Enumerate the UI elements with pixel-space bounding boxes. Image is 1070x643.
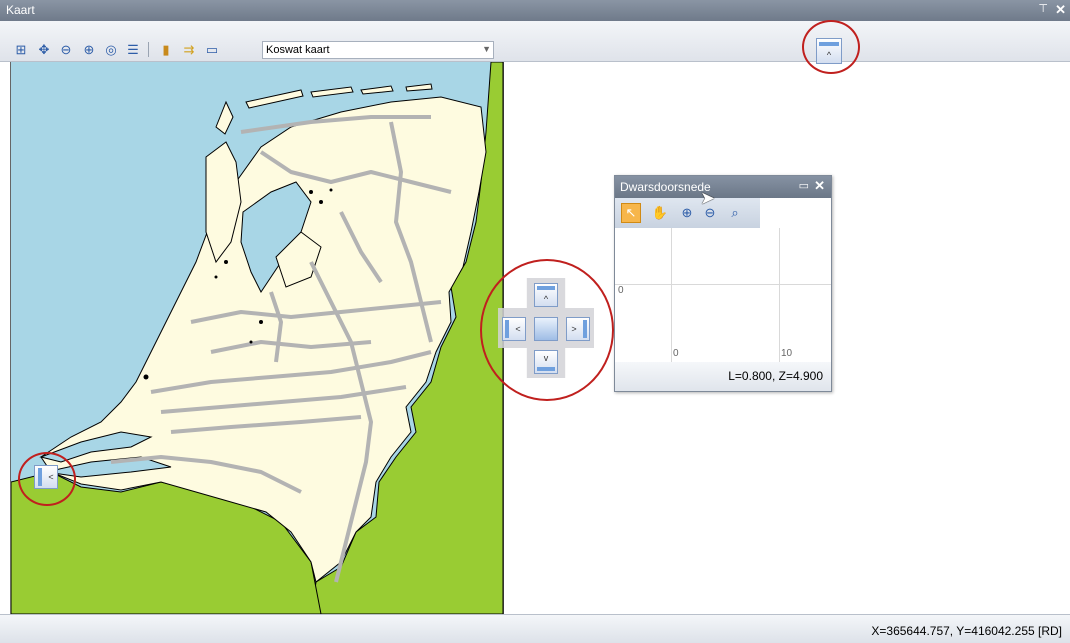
maximize-icon[interactable]: ▭ [799, 179, 809, 192]
position-readout: L=0.800, Z=4.900 [728, 369, 823, 383]
zoom-extent-icon[interactable]: ⌕ [725, 203, 745, 223]
panel-title-bar[interactable]: Dwarsdoorsnede ▭ ✕ [615, 176, 831, 198]
pan-icon[interactable]: ✥ [35, 41, 53, 59]
panel-status: L=0.800, Z=4.900 [615, 362, 831, 391]
x-tick-label: 0 [673, 348, 679, 359]
mouse-cursor-icon: ➤ [700, 188, 716, 208]
map-select[interactable]: Koswat kaart ▼ [262, 41, 494, 59]
chevron-down-icon[interactable]: ▼ [482, 44, 491, 54]
panel-toolbar: ↖ ✋ ⊕ ⊖ ⌕ [615, 198, 760, 228]
highlight-circle [480, 259, 614, 401]
highlight-circle [18, 452, 76, 506]
window-title-bar: Kaart ⊤ ✕ [0, 0, 1070, 21]
coordinate-readout: X=365644.757, Y=416042.255 [RD] [871, 624, 1062, 638]
pan-hand-icon[interactable]: ✋ [650, 203, 670, 223]
zoom-extent-icon[interactable]: ◎ [102, 41, 120, 59]
map-select-value: Koswat kaart [266, 44, 330, 56]
floating-panel[interactable]: Dwarsdoorsnede ▭ ✕ ↖ ✋ ⊕ ⊖ ⌕ 0 0 10 L=0.… [614, 175, 832, 392]
select-pointer-icon[interactable]: ↖ [621, 203, 641, 223]
import-icon[interactable]: ⇉ [180, 41, 198, 59]
map-toolbar: ⊞ ✥ ⊖ ⊕ ◎ ☰ ▮ ⇉ ▭ [0, 21, 1070, 62]
close-icon[interactable]: ✕ [814, 178, 825, 194]
zoom-in-icon[interactable]: ⊕ [80, 41, 98, 59]
export-icon[interactable]: ▮ [157, 41, 175, 59]
add-layer-icon[interactable]: ⊞ [12, 41, 30, 59]
zoom-in-icon[interactable]: ⊕ [677, 203, 697, 223]
window-title: Kaart [6, 3, 35, 17]
toolbar-separator [148, 42, 149, 57]
close-icon[interactable]: ✕ [1055, 2, 1066, 18]
layout-icon[interactable]: ▭ [203, 41, 221, 59]
panel-title: Dwarsdoorsnede [620, 180, 711, 194]
legend-list-icon[interactable]: ☰ [124, 41, 142, 59]
netherlands-map [11, 62, 503, 614]
y-tick-label: 0 [618, 285, 624, 296]
map-canvas[interactable] [10, 62, 504, 614]
cross-section-plot[interactable]: 0 0 10 [615, 228, 831, 362]
highlight-circle [802, 20, 860, 74]
status-bar: X=365644.757, Y=416042.255 [RD] [0, 614, 1070, 643]
x-tick-label: 10 [781, 348, 793, 359]
pin-icon[interactable]: ⊤ [1038, 2, 1048, 15]
zoom-out-icon[interactable]: ⊖ [57, 41, 75, 59]
